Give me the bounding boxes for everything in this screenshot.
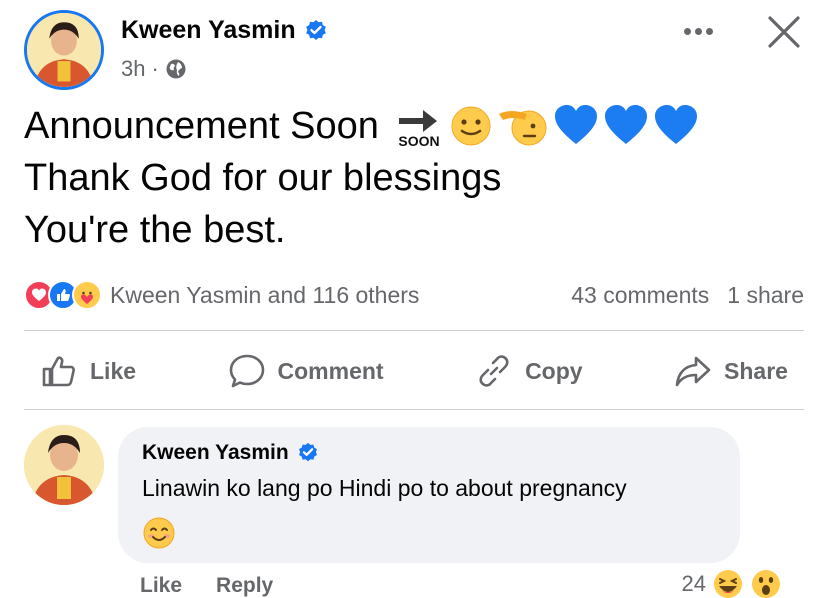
copy-button[interactable]: Copy: [459, 352, 599, 390]
comment-actions: Like Reply: [140, 574, 273, 598]
post-line-2: Thank God for our blessings: [24, 157, 502, 199]
close-icon[interactable]: [764, 12, 804, 52]
post-line-1: Announcement Soon SOON: [24, 100, 699, 152]
post-stats: 43 comments 1 share: [571, 282, 804, 309]
blue-heart-icon: [654, 105, 697, 144]
post-action-bar: Like Comment Copy Share: [24, 344, 804, 398]
soon-label: SOON: [398, 133, 439, 148]
like-button[interactable]: Like: [24, 352, 152, 390]
share-label: Share: [724, 357, 788, 384]
post-author[interactable]: Kween Yasmin: [121, 16, 328, 45]
copy-label: Copy: [525, 357, 583, 384]
comment-author-name[interactable]: Kween Yasmin: [142, 441, 289, 465]
post-body: Announcement Soon SOON Thank God for our…: [24, 100, 699, 256]
comment-emoji: [142, 516, 716, 555]
post-emojis: SOON: [393, 104, 699, 148]
comment-author[interactable]: Kween Yasmin: [142, 441, 716, 465]
care-reaction-icon: [72, 280, 102, 310]
comment-button[interactable]: Comment: [212, 352, 400, 390]
post-line-3: You're the best.: [24, 209, 286, 251]
author-avatar[interactable]: [24, 10, 104, 90]
comment-bubble[interactable]: Kween Yasmin Linawin ko lang po Hindi po…: [118, 427, 740, 563]
comments-count[interactable]: 43 comments: [571, 282, 709, 309]
reactions-text[interactable]: Kween Yasmin and 116 others: [110, 282, 419, 309]
post-line-text: Announcement Soon: [24, 105, 379, 147]
smiling-face-icon: [143, 517, 175, 549]
more-dot-icon: [705, 27, 713, 35]
comment-bubble-icon: [229, 354, 264, 388]
soon-arrow-icon: SOON: [398, 110, 440, 148]
post-time[interactable]: 3h: [121, 56, 145, 82]
comment-like-button[interactable]: Like: [140, 574, 182, 598]
meta-separator: ·: [151, 56, 159, 81]
saluting-face-icon: [498, 110, 547, 146]
post-meta: 3h ·: [121, 56, 187, 82]
avatar-image: [24, 425, 104, 505]
thumbs-up-icon: [42, 356, 75, 387]
share-arrow-icon: [675, 356, 711, 387]
share-button[interactable]: Share: [658, 352, 804, 390]
reaction-icons: [24, 280, 102, 310]
avatar-image: [27, 13, 101, 87]
verified-badge-icon: [298, 442, 317, 462]
blue-heart-icon: [554, 105, 597, 144]
like-label: Like: [90, 357, 137, 384]
verified-badge-icon: [305, 19, 326, 40]
comment-text: Linawin ko lang po Hindi po to about pre…: [142, 475, 627, 501]
divider: [24, 409, 804, 410]
globe-icon: [166, 59, 186, 79]
slightly-smiling-face-icon: [451, 106, 491, 146]
commenter-avatar[interactable]: [24, 425, 104, 505]
wow-reaction-icon: [752, 570, 780, 598]
shares-count[interactable]: 1 share: [727, 282, 804, 309]
divider: [24, 330, 804, 331]
blue-heart-icon: [604, 105, 647, 144]
comment-reply-button[interactable]: Reply: [216, 574, 273, 598]
comment-reactions[interactable]: 24: [682, 568, 782, 598]
comment-label: Comment: [277, 357, 384, 384]
comment-reaction-count: 24: [681, 571, 706, 596]
link-icon: [479, 355, 509, 387]
author-name[interactable]: Kween Yasmin: [121, 16, 296, 45]
haha-reaction-icon: [714, 570, 742, 598]
more-dot-icon: [694, 27, 702, 35]
more-options-button[interactable]: [676, 14, 720, 48]
more-dot-icon: [683, 27, 691, 35]
reactions-summary[interactable]: Kween Yasmin and 116 others: [24, 280, 419, 310]
